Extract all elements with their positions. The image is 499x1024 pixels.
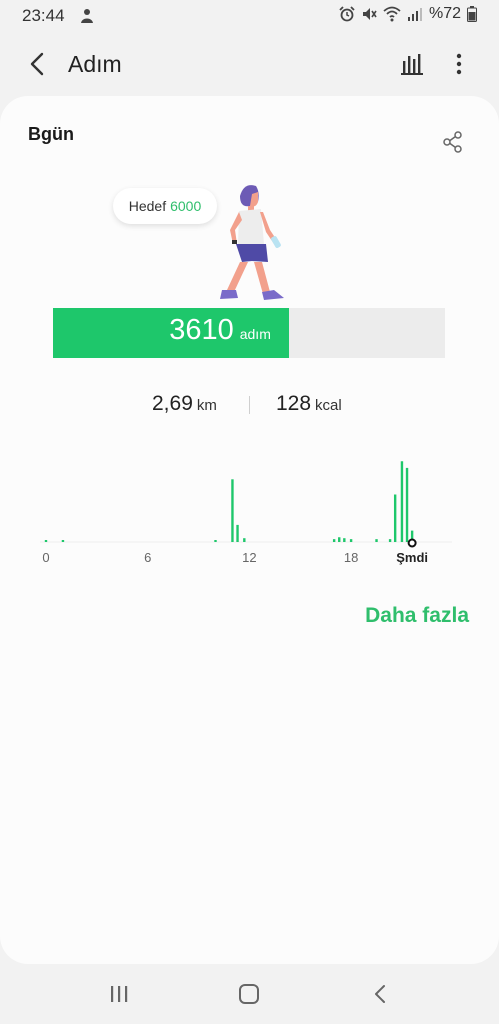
nav-back-icon [375,985,385,1003]
chart-bar [375,539,378,542]
chart-bar [61,540,65,542]
chart-bar [400,461,404,542]
chart-bar [231,479,234,542]
steps-progress-fill: 3610 adım [53,308,289,358]
chart-bar [405,467,409,542]
chart-bar [343,538,346,542]
mute-icon [361,6,377,22]
home-button[interactable] [238,983,260,1010]
person-icon [80,8,94,29]
x-tick-label: 12 [242,550,256,565]
status-icons: %72 [339,5,477,23]
goal-value: 6000 [170,198,202,214]
hourly-steps-chart: 0 6 12 18 Şmdi [40,461,452,565]
steps-unit: adım [239,326,271,342]
back-nav-button[interactable] [370,983,392,1010]
more-options-button[interactable] [448,50,470,78]
status-bar: 23:44 %72 [0,0,499,32]
more-details-link[interactable]: Daha fazla [365,604,469,628]
chart-bar [388,539,392,542]
page-title: Adım [68,51,122,77]
chart-bar [338,537,341,542]
battery-percent: %72 [428,5,461,22]
chart-bar [332,539,336,542]
more-vert-icon [456,53,462,75]
day-label: Bgün [28,124,74,144]
walker-illustration [220,185,284,300]
calories-stat: 128 kcal [276,392,342,416]
signal-icon [407,6,423,22]
back-button[interactable] [22,48,54,80]
distance-unit: km [196,397,217,414]
x-tick-label: 0 [42,550,49,565]
steps-card: Bgün Hedef 6000 3610 adım 2,69 km 128 kc… [0,96,499,964]
chart-bar [349,539,353,542]
stats-row: 2,69 km 128 kcal [0,392,499,422]
chart-bar [243,538,246,542]
steps-count: 3610 [169,314,234,346]
navigation-bar [0,964,499,1024]
x-tick-label: Şmdi [396,550,428,565]
chart-bar [44,540,48,542]
steps-progress-bar: 3610 adım [53,308,445,358]
calories-value: 128 [276,392,312,415]
x-tick-label: 18 [344,550,358,565]
calories-unit: kcal [315,397,342,414]
bar-chart-icon [401,54,423,75]
steps-readout: 3610 adım [169,314,271,347]
share-icon [443,131,462,153]
x-tick-label: 6 [144,550,151,565]
share-button[interactable] [442,130,464,154]
recent-apps-icon [111,986,128,1002]
battery-icon [467,6,477,22]
wifi-icon [383,6,401,22]
recent-apps-button[interactable] [108,983,130,1010]
home-icon [239,984,259,1004]
app-bar: Adım [0,36,499,92]
stats-divider [249,396,250,414]
status-time: 23:44 [22,6,65,25]
back-arrow-icon [30,52,44,76]
alarm-icon [339,6,355,22]
distance-stat: 2,69 km [152,392,217,416]
chart-bar [393,494,397,542]
goal-bubble: Hedef 6000 [113,188,217,224]
trends-button[interactable] [398,50,426,78]
goal-label: Hedef [128,198,167,214]
current-time-marker [407,538,417,548]
chart-bar [236,524,239,542]
distance-value: 2,69 [152,392,193,415]
chart-bar [214,540,217,542]
